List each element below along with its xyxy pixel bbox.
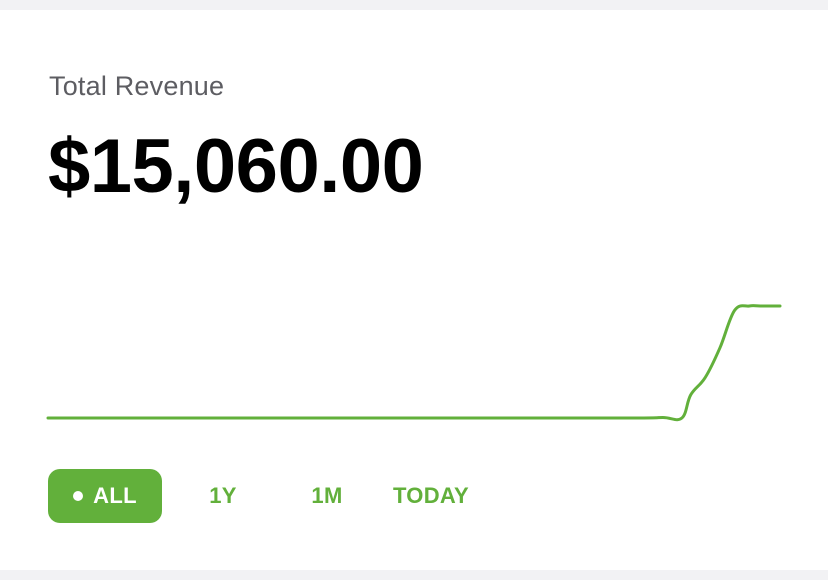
revenue-line	[46, 304, 782, 422]
tab-1m-label: 1M	[311, 483, 343, 508]
tab-today-label: TODAY	[392, 483, 470, 508]
tab-1y[interactable]: 1Y	[193, 469, 253, 523]
revenue-chart	[46, 304, 782, 422]
revenue-amount: $15,060.00	[48, 124, 424, 209]
tab-all-label: ALL	[93, 483, 137, 508]
tab-1y-label: 1Y	[209, 483, 237, 508]
revenue-title: Total Revenue	[49, 71, 225, 101]
tab-today[interactable]: TODAY	[386, 469, 476, 523]
tab-1m[interactable]: 1M	[296, 469, 358, 523]
tab-all[interactable]: ALL	[48, 469, 162, 523]
selected-dot-icon	[73, 491, 84, 501]
revenue-card: Total Revenue $15,060.00 ALL 1Y 1M TODAY	[0, 10, 828, 570]
